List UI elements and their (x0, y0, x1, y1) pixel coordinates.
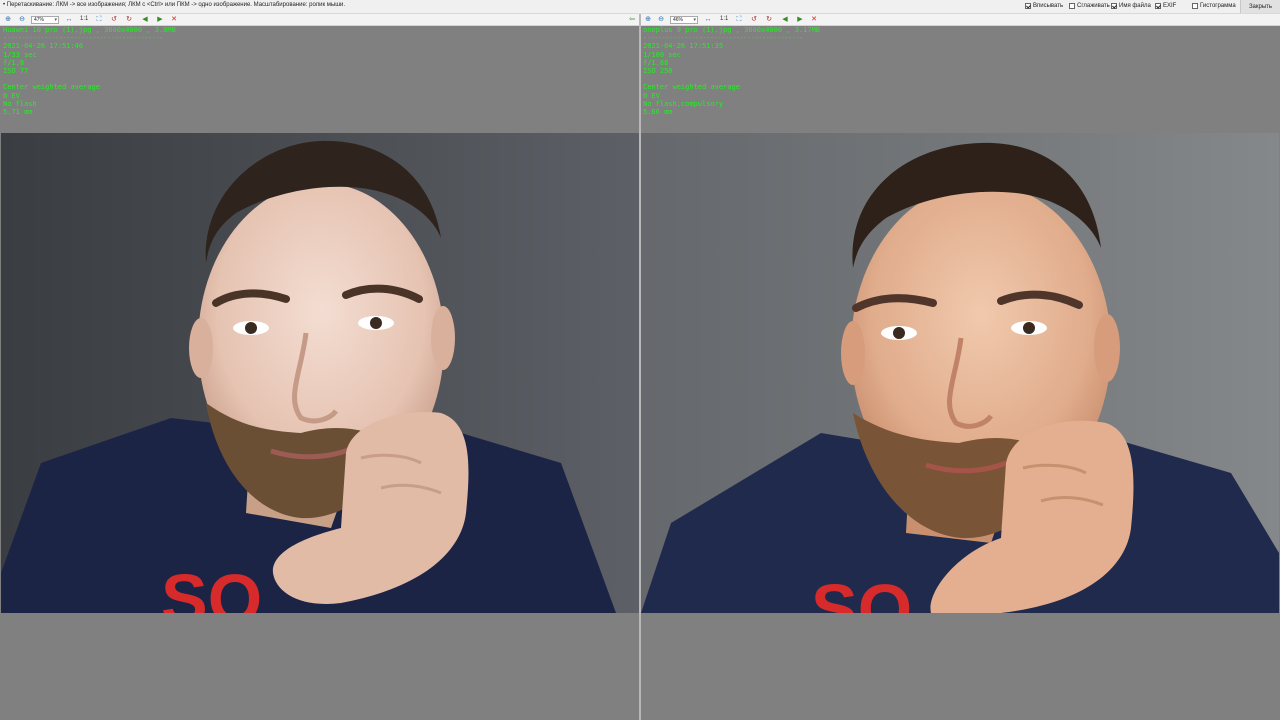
chevron-down-icon: ▾ (54, 17, 57, 23)
date-taken: 2021-04-26 17:51:46 (3, 42, 84, 51)
zoom-value: 47% (34, 17, 45, 23)
iso: ISO 250 (643, 67, 673, 76)
fit-label: Вписывать (1033, 3, 1064, 9)
aperture: f/1.8 (3, 58, 25, 67)
left-toolbar: ⊕ ⊖ 47% ▾ ↔ 1:1 ⛶ ↺ ↻ ◀ ▶ ✕ ⇦ (0, 14, 640, 26)
separator: ----------------------------------------… (643, 34, 803, 43)
filename-check-icon[interactable] (1111, 3, 1117, 9)
photo-huawei[interactable]: SO (1, 133, 639, 613)
iso: ISO 77 (3, 67, 29, 76)
filename-checkbox[interactable]: Имя файла (1111, 3, 1151, 9)
fit-checkbox[interactable]: Вписывать (1025, 3, 1063, 9)
rotate-left-icon[interactable]: ↺ (110, 16, 118, 24)
metering: Center weighted average (3, 83, 100, 92)
zoom-out-icon[interactable]: ⊖ (657, 16, 665, 24)
zoom-select[interactable]: 46% ▾ (670, 16, 698, 24)
top-bar: • Перетаскивание: ЛКМ -> все изображения… (0, 0, 1280, 14)
portrait-image: SO (641, 133, 1279, 613)
rotate-right-icon[interactable]: ↻ (765, 16, 773, 24)
zoom-value: 46% (673, 17, 684, 23)
fit-icon[interactable]: ⛶ (735, 16, 743, 24)
one-to-one-button[interactable]: 1:1 (80, 16, 88, 22)
delete-icon[interactable]: ✕ (810, 16, 818, 24)
photo-oneplus[interactable]: SO (641, 133, 1279, 613)
close-button[interactable]: Закрыть (1240, 0, 1280, 13)
portrait-image: SO (1, 133, 639, 613)
zoom-select[interactable]: 47% ▾ (31, 16, 59, 24)
exif-checkbox[interactable]: EXIF (1155, 3, 1176, 9)
filename-label: Имя файла (1119, 3, 1151, 9)
file-info: oneplus 9 pro (1).jpg , 3000x4000 , 3.17… (643, 26, 821, 34)
svg-text:SO: SO (811, 570, 912, 613)
exif-overlay: oneplus 9 pro (1).jpg , 3000x4000 , 3.17… (643, 26, 820, 116)
date-taken: 2021-04-26 17:51:35 (643, 42, 724, 51)
rotate-left-icon[interactable]: ↺ (750, 16, 758, 24)
smooth-label: Сглаживать (1077, 3, 1110, 9)
file-info: Huawei 10 pro (1).jpg , 3000x4000 , 3.8M… (3, 26, 176, 34)
exposure: 1/100 sec (643, 50, 681, 59)
separator: ----------------------------------------… (3, 34, 163, 43)
zoom-in-icon[interactable]: ⊕ (644, 16, 652, 24)
zoom-out-icon[interactable]: ⊖ (18, 16, 26, 24)
histogram-check-icon[interactable] (1192, 3, 1198, 9)
prev-icon[interactable]: ◀ (141, 16, 149, 24)
one-to-one-button[interactable]: 1:1 (720, 16, 728, 22)
histogram-checkbox[interactable]: Гистограмма (1192, 3, 1236, 9)
fit-width-icon[interactable]: ↔ (704, 16, 712, 24)
fit-width-icon[interactable]: ↔ (65, 16, 73, 24)
next-icon[interactable]: ▶ (156, 16, 164, 24)
focal-length: 5.71 mm (3, 108, 33, 117)
next-icon[interactable]: ▶ (796, 16, 804, 24)
exposure-bias: 0 EV (3, 91, 20, 100)
back-arrow-icon[interactable]: ⇦ (628, 16, 636, 24)
prev-icon[interactable]: ◀ (781, 16, 789, 24)
chevron-down-icon: ▾ (693, 17, 696, 23)
right-toolbar: ⊕ ⊖ 46% ▾ ↔ 1:1 ⛶ ↺ ↻ ◀ ▶ ✕ (641, 14, 1280, 26)
focal-length: 5.66 mm (643, 108, 673, 117)
flash: No flash,compulsory (643, 99, 724, 108)
aperture: f/1.88 (643, 58, 669, 67)
exposure: 1/33 sec (3, 50, 37, 59)
flash: No flash (3, 99, 37, 108)
fit-icon[interactable]: ⛶ (95, 16, 103, 24)
navigation-hint: • Перетаскивание: ЛКМ -> все изображения… (3, 2, 346, 8)
left-image-pane[interactable]: Huawei 10 pro (1).jpg , 3000x4000 , 3.8M… (1, 26, 639, 720)
zoom-in-icon[interactable]: ⊕ (4, 16, 12, 24)
exif-label: EXIF (1163, 3, 1177, 9)
rotate-right-icon[interactable]: ↻ (125, 16, 133, 24)
delete-icon[interactable]: ✕ (170, 16, 178, 24)
smooth-check-icon[interactable] (1069, 3, 1075, 9)
right-image-pane[interactable]: oneplus 9 pro (1).jpg , 3000x4000 , 3.17… (641, 26, 1279, 720)
exposure-bias: 0 EV (643, 91, 660, 100)
fit-check-icon[interactable] (1025, 3, 1031, 9)
exif-overlay: Huawei 10 pro (1).jpg , 3000x4000 , 3.8M… (3, 26, 176, 116)
histogram-label: Гистограмма (1200, 3, 1236, 9)
metering: Center weighted average (643, 83, 740, 92)
smooth-checkbox[interactable]: Сглаживать (1069, 3, 1110, 9)
svg-text:SO: SO (161, 560, 262, 613)
exif-check-icon[interactable] (1155, 3, 1161, 9)
